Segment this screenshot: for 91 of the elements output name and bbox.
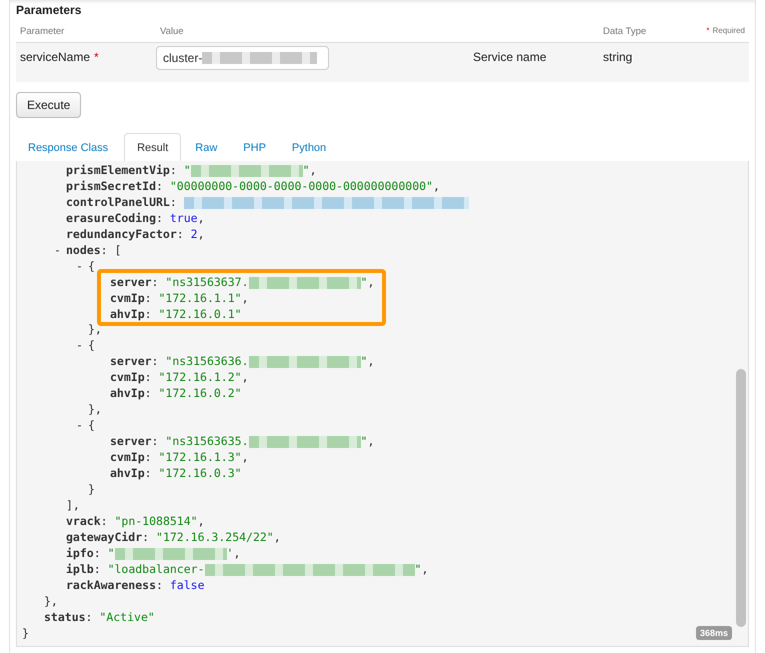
comma: , <box>198 227 205 241</box>
json-key: rackAwareness: <box>66 578 170 592</box>
collapse-toggle[interactable]: - <box>76 417 88 433</box>
closing-quote: ' <box>226 546 234 560</box>
json-value: "172.16.0.2" <box>158 386 242 400</box>
data-type: string <box>603 49 634 64</box>
open-bracket: [ <box>114 243 122 257</box>
json-value: "172.16.3.254/22" <box>156 530 274 544</box>
comma: , <box>233 546 240 560</box>
json-value: "Active" <box>99 610 155 624</box>
comma: , <box>367 434 374 448</box>
json-value: true <box>170 211 198 225</box>
parameter-description: Service name <box>473 49 548 64</box>
comma: , <box>421 562 428 576</box>
collapse-toggle[interactable]: - <box>76 337 88 353</box>
comma: , <box>432 179 440 193</box>
json-key: prismElementVip: <box>66 163 184 177</box>
json-key: cvmIp: <box>110 450 158 464</box>
required-note: * Required <box>705 26 745 35</box>
json-key: vrack: <box>66 514 114 528</box>
comma: , <box>198 211 205 225</box>
json-value: " <box>184 163 191 177</box>
parameter-name: serviceName * <box>20 49 100 64</box>
section-title: Parameters <box>16 3 82 17</box>
tab[interactable]: Result <box>124 133 182 161</box>
comma: , <box>242 291 249 305</box>
json-key: cvmIp: <box>110 291 158 305</box>
comma: , <box>274 530 281 544</box>
json-value: "172.16.1.2" <box>158 370 242 384</box>
json-value: "172.16.0.3" <box>158 466 242 480</box>
json-value: "00000000-0000-0000-0000-000000000000" <box>170 179 433 193</box>
json-value: "loadbalancer- <box>108 562 204 576</box>
timing-badge: 368ms <box>696 626 732 640</box>
comma: , <box>367 275 374 289</box>
json-value: "ns31563635. <box>165 434 248 448</box>
close-bracket: }, <box>44 594 58 608</box>
column-header: Parameter <box>20 26 66 37</box>
comma: , <box>310 163 317 177</box>
json-key: controlPanelURL: <box>66 195 184 209</box>
scrollbar-thumb[interactable] <box>736 369 746 627</box>
value-field[interactable]: cluster- <box>156 46 329 70</box>
comma: , <box>242 450 249 464</box>
close-bracket: ], <box>66 498 80 512</box>
json-value: "172.16.1.3" <box>158 450 242 464</box>
close-bracket: } <box>22 626 29 640</box>
closing-quote: " <box>302 163 310 177</box>
closing-quote: " <box>360 354 368 368</box>
tab[interactable]: Python <box>282 133 336 161</box>
closing-quote: " <box>414 562 422 576</box>
close-bracket: } <box>88 482 95 496</box>
json-key: cvmIp: <box>110 370 158 384</box>
column-header: Value <box>160 26 185 37</box>
comma: , <box>198 514 205 528</box>
comma: , <box>367 354 374 368</box>
tab[interactable]: Raw <box>185 133 228 161</box>
open-bracket: { <box>88 259 95 273</box>
json-key: prismSecretId: <box>66 179 170 193</box>
json-key: redundancyFactor: <box>66 227 191 241</box>
json-value: "172.16.1.1" <box>158 291 242 305</box>
json-value: "ns31563636. <box>165 354 248 368</box>
tab[interactable]: PHP <box>233 133 276 161</box>
open-bracket: { <box>88 418 95 432</box>
json-value: "172.16.0.1" <box>158 307 242 321</box>
json-value: "ns31563637. <box>165 275 248 289</box>
column-header: Data Type <box>603 26 648 37</box>
json-key: server: <box>110 434 166 448</box>
json-key: ahvIp: <box>110 466 158 480</box>
tab[interactable]: Response Class <box>18 133 118 161</box>
closing-quote: " <box>360 434 368 448</box>
json-key: ipfo: <box>66 546 108 560</box>
json-value: false <box>170 578 204 592</box>
comma: , <box>242 370 249 384</box>
json-key: ahvIp: <box>110 307 158 321</box>
json-key: nodes: <box>66 243 114 257</box>
json-key: erasureCoding: <box>66 211 170 225</box>
json-key: gatewayCidr: <box>66 530 156 544</box>
json-key: iplb: <box>66 562 108 576</box>
collapse-toggle[interactable]: - <box>54 242 66 258</box>
json-key: ahvIp: <box>110 386 158 400</box>
collapse-toggle[interactable]: - <box>76 258 88 274</box>
open-bracket: { <box>88 338 95 352</box>
json-key: status: <box>44 610 100 624</box>
json-key: server: <box>110 354 166 368</box>
json-value: "pn-1088514" <box>114 514 198 528</box>
json-value: 2 <box>190 227 198 241</box>
execute-button[interactable]: Execute <box>16 92 82 118</box>
close-bracket: }, <box>88 402 102 416</box>
close-bracket: }, <box>88 322 102 336</box>
json-key: server: <box>110 275 166 289</box>
json-value: " <box>108 546 114 560</box>
closing-quote: " <box>360 275 368 289</box>
